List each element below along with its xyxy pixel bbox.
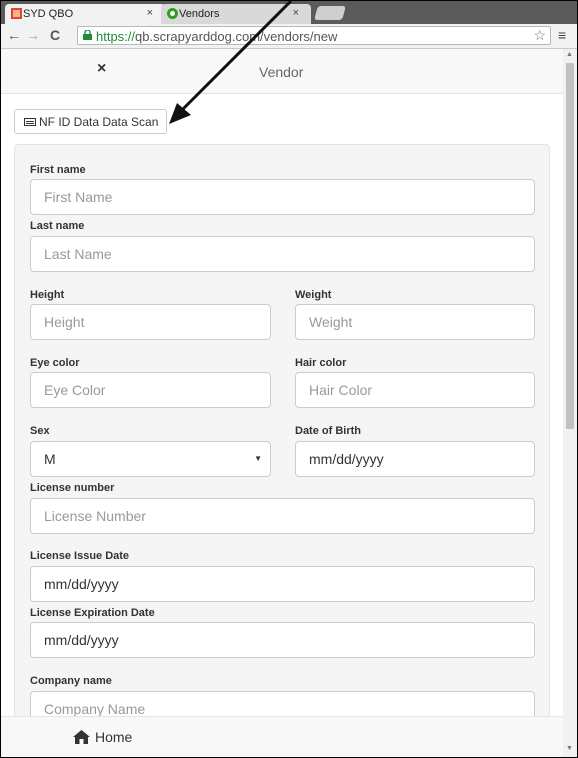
close-icon[interactable]: × bbox=[97, 60, 106, 78]
hair-color-label: Hair color bbox=[295, 357, 347, 369]
browser-toolbar: ← → C https://qb.scrapyarddog.com/vendor… bbox=[1, 24, 577, 49]
home-link[interactable]: Home bbox=[73, 729, 132, 745]
last-name-label: Last name bbox=[30, 220, 85, 232]
home-icon bbox=[73, 730, 90, 744]
eye-color-label: Eye color bbox=[30, 357, 80, 369]
license-issue-input[interactable]: mm/dd/yyyy bbox=[30, 566, 535, 602]
url-text: https://qb.scrapyarddog.com/vendors/new bbox=[96, 29, 337, 44]
tab-title: Vendors bbox=[179, 8, 220, 20]
dob-input[interactable]: mm/dd/yyyy bbox=[295, 441, 535, 477]
height-input[interactable]: Height bbox=[30, 304, 271, 340]
license-exp-label: License Expiration Date bbox=[30, 607, 155, 619]
tab-title: SYD QBO bbox=[23, 8, 74, 20]
weight-label: Weight bbox=[295, 289, 332, 301]
weight-input[interactable]: Weight bbox=[295, 304, 535, 340]
bookmark-star-icon[interactable]: ☆ bbox=[533, 27, 546, 44]
tab-close-icon[interactable]: × bbox=[293, 7, 299, 19]
id-scan-button[interactable]: NF ID Data Data Scan bbox=[14, 109, 168, 134]
license-number-label: License number bbox=[30, 482, 115, 494]
tab-close-icon[interactable]: × bbox=[147, 7, 153, 19]
url-path: qb.scrapyarddog.com/vendors/new bbox=[135, 29, 338, 44]
first-name-input[interactable]: First Name bbox=[30, 179, 535, 215]
scrollbar-thumb[interactable] bbox=[566, 63, 574, 429]
reload-icon[interactable]: C bbox=[50, 27, 60, 43]
address-bar[interactable]: https://qb.scrapyarddog.com/vendors/new … bbox=[77, 26, 551, 45]
first-name-label: First name bbox=[30, 164, 86, 176]
tab-syd-qbo[interactable]: SYD QBO × bbox=[5, 4, 165, 24]
tab-vendors[interactable]: Vendors × bbox=[161, 4, 311, 24]
license-exp-input[interactable]: mm/dd/yyyy bbox=[30, 622, 535, 658]
id-scan-button-label: NF ID Data Data Scan bbox=[39, 115, 159, 129]
last-name-input[interactable]: Last Name bbox=[30, 236, 535, 272]
page-header: × Vendor bbox=[1, 49, 563, 94]
page-scrollbar[interactable]: ▲ ▼ bbox=[563, 49, 577, 757]
sex-select[interactable]: M ▼ bbox=[30, 441, 271, 477]
forward-icon[interactable]: → bbox=[26, 27, 40, 43]
sex-select-value: M bbox=[44, 451, 56, 467]
url-scheme: https:// bbox=[96, 29, 136, 44]
new-tab-button[interactable] bbox=[314, 6, 346, 20]
back-icon[interactable]: ← bbox=[7, 27, 21, 43]
hair-color-input[interactable]: Hair Color bbox=[295, 372, 535, 408]
sex-label: Sex bbox=[30, 425, 50, 437]
dob-label: Date of Birth bbox=[295, 425, 361, 437]
id-card-icon bbox=[24, 118, 36, 126]
company-name-label: Company name bbox=[30, 675, 112, 687]
vendors-favicon-icon bbox=[167, 8, 178, 19]
license-number-input[interactable]: License Number bbox=[30, 498, 535, 534]
scroll-up-icon[interactable]: ▲ bbox=[566, 51, 573, 58]
tab-strip: SYD QBO × Vendors × bbox=[1, 1, 577, 24]
page-title: Vendor bbox=[259, 64, 304, 80]
scroll-down-icon[interactable]: ▼ bbox=[566, 745, 573, 752]
page-content: × Vendor NF ID Data Data Scan First name… bbox=[1, 49, 563, 757]
lock-icon bbox=[83, 30, 92, 40]
browser-menu-icon[interactable]: ≡ bbox=[558, 27, 566, 43]
vendor-form: First name First Name Last name Last Nam… bbox=[14, 144, 550, 757]
home-link-label: Home bbox=[95, 729, 133, 745]
height-label: Height bbox=[30, 289, 65, 301]
eye-color-input[interactable]: Eye Color bbox=[30, 372, 271, 408]
dropdown-caret-icon: ▼ bbox=[254, 454, 262, 463]
browser-window: SYD QBO × Vendors × ← → C https://qb.scr… bbox=[0, 0, 578, 758]
license-issue-label: License Issue Date bbox=[30, 550, 130, 562]
syd-favicon-icon bbox=[11, 8, 22, 19]
footer-nav: Home bbox=[1, 716, 563, 757]
